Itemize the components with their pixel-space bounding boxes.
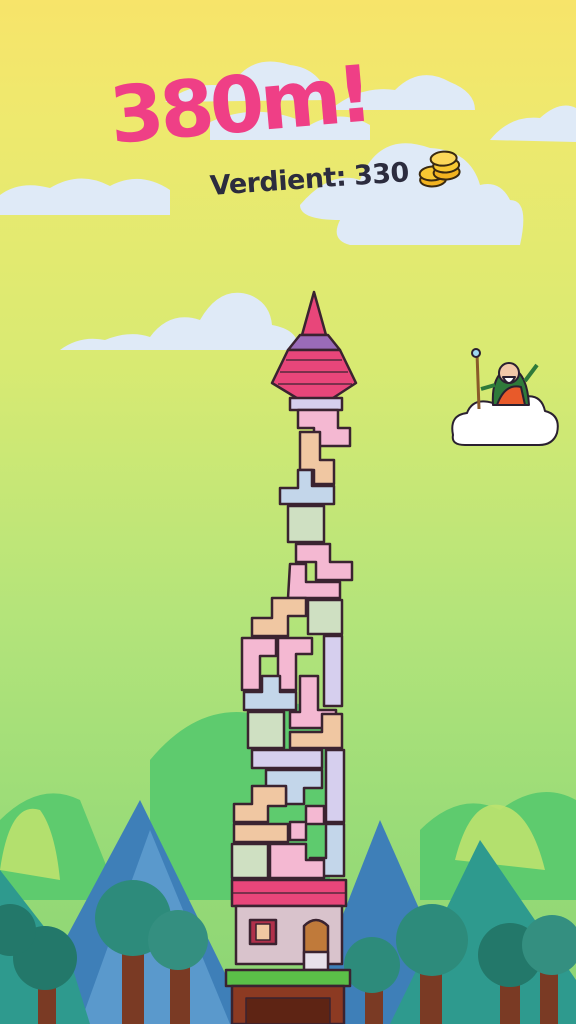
block-t-pink [268, 842, 326, 880]
block-i-lavender-3 [324, 748, 346, 824]
spire-tip [300, 290, 328, 337]
block-s-peach-2 [250, 596, 308, 638]
block-i-lavender-1 [322, 634, 344, 708]
wizard-on-cloud-icon [451, 348, 559, 446]
game-scene[interactable]: 380m! Verdient: 330 [0, 0, 576, 1024]
block-square-mint-1 [286, 504, 326, 544]
spire-roof [270, 348, 358, 402]
block-i-lavender-2 [250, 748, 324, 770]
block-square-mint-4 [230, 842, 270, 880]
block-square-mint-2 [306, 598, 344, 636]
block-l-peach [232, 822, 290, 844]
grass-platform [224, 968, 352, 988]
block-square-mint-3 [246, 710, 286, 750]
block-l-pink-4 [288, 804, 326, 842]
block-tower [224, 290, 358, 1024]
block-s-peach-3 [232, 784, 288, 824]
